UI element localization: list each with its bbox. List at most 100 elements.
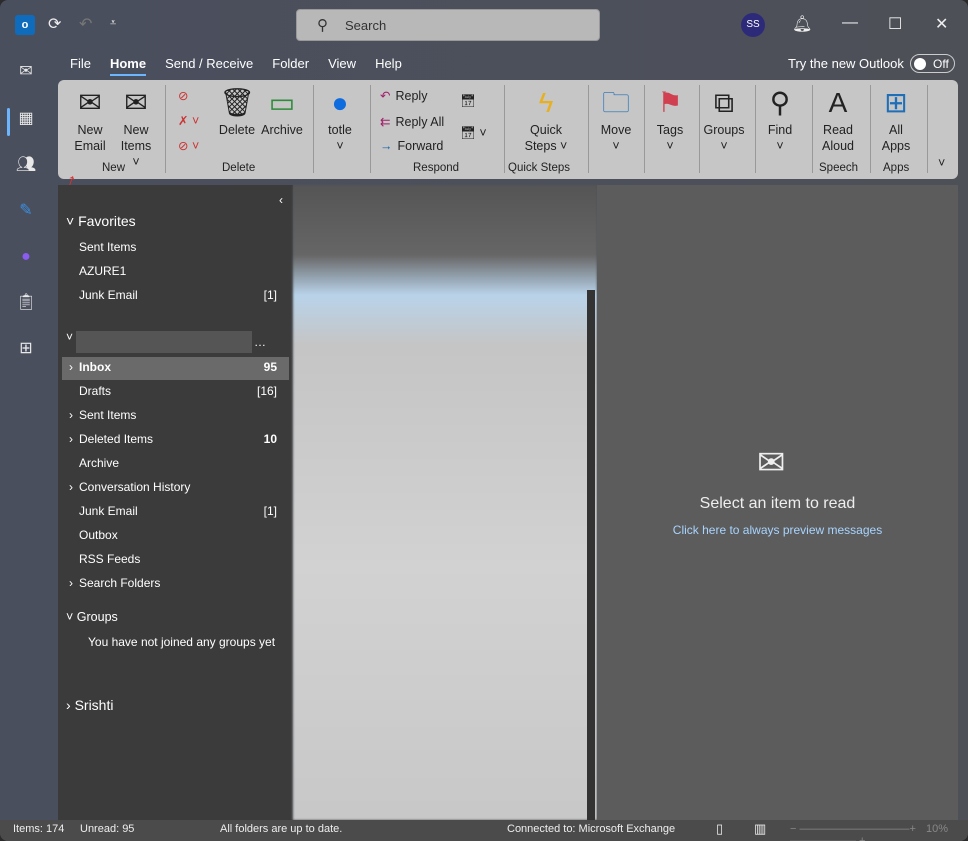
all-apps-icon: ⊞ xyxy=(884,87,908,118)
groups-icon: ⧉ xyxy=(714,87,734,118)
read-aloud-button[interactable]: A Read Aloud xyxy=(816,86,860,154)
unread-count: Unread: 95 xyxy=(80,823,135,835)
connection-status: Connected to: Microsoft Exchange xyxy=(507,823,676,835)
groups-header[interactable]: ˅ Groups xyxy=(66,610,118,624)
apps-icon[interactable]: ⊞ xyxy=(14,336,38,360)
reading-view-icon[interactable]: ▥ xyxy=(754,821,766,837)
rail-selection-indicator xyxy=(7,108,10,136)
account-expand-icon[interactable]: ˅ xyxy=(66,330,73,344)
group-label-speech: Speech xyxy=(819,162,859,174)
reply-all-button[interactable]: ⇇ Reply All xyxy=(380,114,444,130)
all-apps-button[interactable]: ⊞ All Apps xyxy=(876,86,916,154)
group-label-respond: Respond xyxy=(413,162,460,174)
more-respond-icon[interactable]: 📅︎ ˅ xyxy=(460,126,487,141)
people-icon[interactable]: 👥︎ xyxy=(14,152,38,176)
tab-view[interactable]: View xyxy=(328,56,356,76)
mail-icon[interactable]: ✉ xyxy=(14,59,38,83)
tab-folder[interactable]: Folder xyxy=(272,56,309,76)
magnifier-icon: ⚲ xyxy=(769,87,791,118)
tab-file[interactable]: File xyxy=(70,56,91,76)
expand-chevron-icon[interactable]: › xyxy=(69,432,73,446)
preview-link[interactable]: Click here to always preview messages xyxy=(597,523,958,537)
forward-icon: → xyxy=(380,139,393,153)
folder-item[interactable]: Conversation History xyxy=(79,480,190,494)
meeting-reply-icon[interactable]: 📅︎ xyxy=(460,94,476,109)
favorites-header[interactable]: ˅ Favorites xyxy=(66,213,136,229)
ribbon-expand-icon[interactable]: ˅ xyxy=(938,156,945,170)
folder-item[interactable]: Sent Items xyxy=(79,408,136,422)
undo-icon[interactable]: ↶ xyxy=(79,14,92,34)
group-label-apps: Apps xyxy=(883,162,910,174)
new-items-button[interactable]: ✉ New Items ˅ xyxy=(116,86,156,170)
totle-button[interactable]: ● totle ˅ xyxy=(320,86,360,154)
menu-tabs: File Home Send / Receive Folder View Hel… xyxy=(70,56,421,76)
normal-view-icon[interactable]: ▯ xyxy=(716,821,723,837)
folder-item[interactable]: Junk Email xyxy=(79,504,138,518)
favorite-item[interactable]: Sent Items xyxy=(79,240,136,254)
sync-icon[interactable]: ⟳ xyxy=(48,14,61,34)
calendar-icon[interactable]: ▦ xyxy=(14,106,38,130)
reading-pane: ✉ Select an item to read Click here to a… xyxy=(597,185,958,820)
customize-toolbar-icon[interactable]: ⩡ xyxy=(110,17,116,30)
folder-item[interactable]: Deleted Items xyxy=(79,432,153,446)
try-new-outlook-label: Try the new Outlook xyxy=(788,56,904,71)
new-outlook-toggle[interactable]: Off xyxy=(910,54,955,73)
account-name-redacted xyxy=(76,331,252,353)
forward-button[interactable]: → Forward xyxy=(380,139,443,153)
folder-item[interactable]: Drafts xyxy=(79,384,111,398)
folder-item[interactable]: RSS Feeds xyxy=(79,552,140,566)
junk-icon[interactable]: ⊘ ˅ xyxy=(178,138,199,153)
expand-chevron-icon[interactable]: › xyxy=(69,576,73,590)
tasks-icon[interactable]: 📋︎ xyxy=(14,290,38,314)
reply-button[interactable]: ↶ Reply xyxy=(380,88,427,104)
copilot-icon[interactable]: ● xyxy=(14,245,38,269)
folder-item[interactable]: Outbox xyxy=(79,528,118,542)
bell-icon[interactable]: 🔔︎ xyxy=(792,14,812,34)
folder-item[interactable]: Search Folders xyxy=(79,576,160,590)
todo-icon[interactable]: ✎ xyxy=(14,198,38,222)
new-email-button[interactable]: ✉ New Email xyxy=(70,86,110,154)
maximize-button[interactable]: ☐ xyxy=(888,14,902,34)
ignore-icon[interactable]: ⊘ xyxy=(178,88,188,103)
collapse-pane-icon[interactable]: ‹ xyxy=(279,193,283,207)
archive-button[interactable]: ▭ Archive xyxy=(260,86,304,138)
tab-send-receive[interactable]: Send / Receive xyxy=(165,56,253,76)
group-label-new: New xyxy=(102,162,126,174)
message-list-scrollbar[interactable] xyxy=(587,290,595,820)
minimize-button[interactable]: — xyxy=(842,14,858,32)
expand-chevron-icon[interactable]: › xyxy=(69,480,73,494)
message-list-blurred[interactable] xyxy=(293,185,597,820)
folder-count: [16] xyxy=(256,384,277,398)
tags-button[interactable]: ⚑ Tags ˅ xyxy=(650,86,690,154)
folder-item[interactable]: Archive xyxy=(79,456,119,470)
new-items-icon: ✉ xyxy=(124,87,148,118)
groups-button[interactable]: ⧉ Groups ˅ xyxy=(702,86,746,154)
folder-count: 95 xyxy=(263,360,277,374)
find-button[interactable]: ⚲ Find ˅ xyxy=(760,86,800,154)
tab-home[interactable]: Home xyxy=(109,56,147,76)
close-button[interactable]: ✕ xyxy=(935,14,948,34)
search-input[interactable]: ⚲ Search xyxy=(296,9,600,41)
avatar[interactable]: SS xyxy=(741,13,765,37)
lightning-icon: ϟ xyxy=(538,87,554,118)
quick-steps-button[interactable]: ϟ Quick Steps ˅ xyxy=(520,86,572,154)
folder-pane: ‹ ˅ Favorites Sent Items AZURE1 Junk Email… xyxy=(58,185,293,820)
items-count: Items: 174 xyxy=(13,823,65,835)
srishti-account[interactable]: › Srishti xyxy=(66,697,113,713)
totle-icon: ● xyxy=(331,87,349,118)
move-button[interactable]: 🗀 Move ˅ xyxy=(596,86,636,154)
delete-button[interactable]: 🗑︎ Delete xyxy=(218,86,256,138)
new-email-icon: ✉ xyxy=(78,87,102,118)
outlook-window: o ⟳ ↶ ⩡ ⚲ Search SS 🔔︎ — ☐ ✕ ✉ ▦ 👥︎ ✎ ● 📋… xyxy=(0,0,968,841)
expand-chevron-icon[interactable]: › xyxy=(69,360,73,374)
expand-chevron-icon[interactable]: › xyxy=(69,408,73,422)
favorite-item[interactable]: Junk Email xyxy=(79,288,138,302)
status-bar: Items: 174 Unread: 95 All folders are up… xyxy=(0,820,968,841)
trash-icon: 🗑︎ xyxy=(219,87,255,118)
cleanup-icon[interactable]: ✗ ˅ xyxy=(178,113,199,128)
folder-item[interactable]: Inbox xyxy=(79,360,111,374)
app-rail: ✉ ▦ 👥︎ ✎ ● 📋︎ ⊞ xyxy=(0,50,52,820)
favorite-item[interactable]: AZURE1 xyxy=(79,264,126,278)
tab-help[interactable]: Help xyxy=(375,56,402,76)
groups-empty-text: You have not joined any groups yet xyxy=(88,635,276,649)
